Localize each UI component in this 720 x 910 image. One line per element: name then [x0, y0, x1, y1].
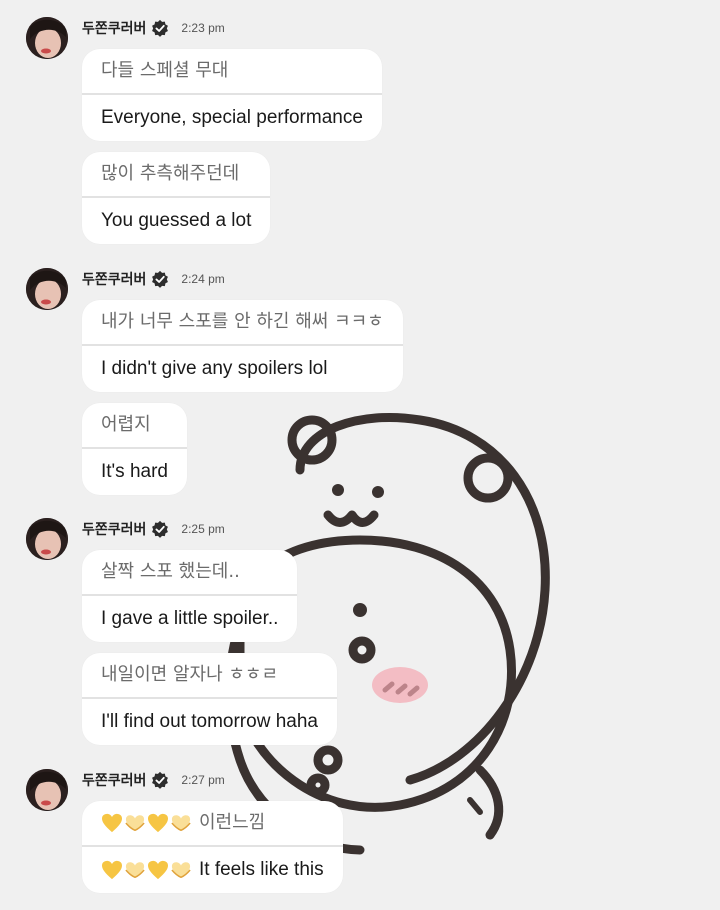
message-timestamp: 2:27 pm [181, 773, 225, 787]
message-bubble[interactable]: 이런느낌 It feels like this [82, 801, 343, 893]
sender-name: 두쫀쿠러버 [82, 21, 147, 37]
verified-badge-icon [152, 771, 169, 789]
translated-text-label: It feels like this [199, 859, 324, 880]
message-bubble[interactable]: 살짝 스포 했는데.. I gave a little spoiler.. [82, 550, 298, 642]
message-timestamp: 2:23 pm [181, 21, 225, 35]
avatar[interactable] [26, 518, 68, 560]
original-text: 많이 추측해주던데 [101, 163, 240, 184]
profile-photo-icon [26, 17, 68, 59]
yellow-heart-icon [102, 813, 122, 833]
translated-text: I'll find out tomorrow haha [101, 711, 318, 732]
sender-header: 두쫀쿠러버 2:23 pm [82, 17, 225, 39]
sender-header: 두쫀쿠러버 2:25 pm [82, 518, 225, 540]
translated-text: I gave a little spoiler.. [101, 608, 279, 629]
sender-name: 두쫀쿠러버 [82, 522, 147, 538]
message-timestamp: 2:24 pm [181, 272, 225, 286]
emoji-sequence [101, 813, 193, 833]
message-bubble[interactable]: 내가 너무 스포를 안 하긴 해써 ㅋㅋㅎ I didn't give any … [82, 300, 403, 392]
sender-name: 두쫀쿠러버 [82, 773, 147, 789]
translated-text: I didn't give any spoilers lol [101, 358, 328, 379]
sender-header: 두쫀쿠러버 2:27 pm [82, 769, 225, 791]
avatar[interactable] [26, 268, 68, 310]
original-text: 어렵지 [101, 414, 151, 435]
chat-thread: 두쫀쿠러버 2:23 pm 다들 스페셜 무대 Everyone, specia… [0, 0, 720, 910]
message-bubble[interactable]: 다들 스페셜 무대 Everyone, special performance [82, 49, 382, 141]
message-bubble[interactable]: 어렵지 It's hard [82, 403, 187, 495]
heart-hands-icon [171, 862, 191, 879]
original-text: 내가 너무 스포를 안 하긴 해써 ㅋㅋㅎ [101, 311, 384, 332]
yellow-heart-icon [148, 813, 168, 833]
original-text: 내일이면 알자나 ㅎㅎㄹ [101, 664, 279, 685]
heart-hands-icon [125, 862, 145, 879]
profile-photo-icon [26, 518, 68, 560]
original-text: 이런느낌 [82, 801, 343, 845]
emoji-sequence [101, 860, 193, 880]
original-text: 살짝 스포 했는데.. [101, 561, 240, 582]
profile-photo-icon [26, 769, 68, 811]
original-text: 다들 스페셜 무대 [101, 60, 229, 81]
message-bubble[interactable]: 내일이면 알자나 ㅎㅎㄹ I'll find out tomorrow haha [82, 653, 337, 745]
yellow-heart-icon [102, 860, 122, 880]
translated-text: Everyone, special performance [101, 107, 363, 128]
translated-text: It feels like this [82, 847, 343, 893]
yellow-heart-icon [148, 860, 168, 880]
profile-photo-icon [26, 268, 68, 310]
verified-badge-icon [152, 520, 169, 538]
heart-hands-icon [171, 815, 191, 832]
avatar[interactable] [26, 769, 68, 811]
translated-text: It's hard [101, 461, 168, 482]
translated-text: You guessed a lot [101, 210, 252, 231]
sender-name: 두쫀쿠러버 [82, 272, 147, 288]
message-timestamp: 2:25 pm [181, 522, 225, 536]
sender-header: 두쫀쿠러버 2:24 pm [82, 268, 225, 290]
verified-badge-icon [152, 19, 169, 37]
original-text-label: 이런느낌 [199, 812, 266, 833]
heart-hands-icon [125, 815, 145, 832]
verified-badge-icon [152, 270, 169, 288]
avatar[interactable] [26, 17, 68, 59]
message-bubble[interactable]: 많이 추측해주던데 You guessed a lot [82, 152, 271, 244]
